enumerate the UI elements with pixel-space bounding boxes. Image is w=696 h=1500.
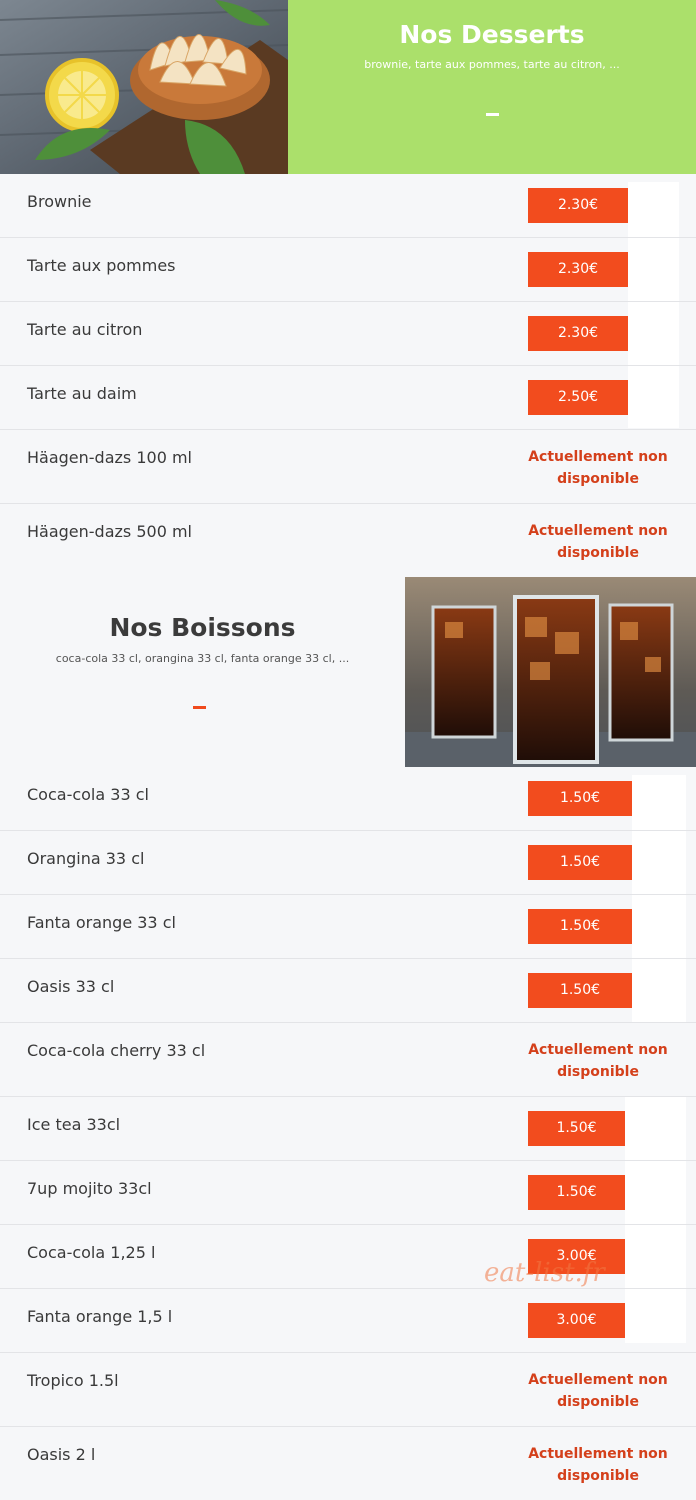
- desserts-header: Nos Desserts brownie, tarte aux pommes, …: [0, 0, 696, 174]
- item-name: Brownie: [27, 192, 92, 211]
- item-name: Coca-cola 33 cl: [27, 785, 149, 804]
- lemon-tart-photo: [0, 0, 288, 174]
- unavailable-line: Actuellement non: [528, 449, 668, 465]
- item-name: Oasis 33 cl: [27, 977, 115, 996]
- item-name: Häagen-dazs 100 ml: [27, 448, 192, 467]
- price-button[interactable]: 1.50€: [528, 909, 632, 944]
- item-name: Coca-cola cherry 33 cl: [27, 1041, 206, 1060]
- item-name: 7up mojito 33cl: [27, 1179, 152, 1198]
- list-item[interactable]: Oasis 33 cl 1.50€: [0, 959, 696, 1023]
- item-name: Fanta orange 1,5 l: [27, 1307, 173, 1326]
- desserts-list: Brownie 2.30€ Tarte aux pommes 2.30€ Tar…: [0, 174, 696, 578]
- desserts-title: Nos Desserts: [399, 20, 585, 49]
- unavailable-line: Actuellement non: [528, 1042, 668, 1058]
- boissons-title: Nos Boissons: [109, 613, 296, 642]
- desserts-subtitle: brownie, tarte aux pommes, tarte au citr…: [364, 58, 620, 71]
- list-item[interactable]: Oasis 2 l Actuellement non disponible: [0, 1427, 696, 1500]
- list-item[interactable]: Häagen-dazs 500 ml Actuellement non disp…: [0, 504, 696, 578]
- unavailable-label: Actuellement non disponible: [520, 1443, 676, 1487]
- price-button[interactable]: 2.30€: [528, 188, 628, 223]
- unavailable-label: Actuellement non disponible: [520, 446, 676, 490]
- item-name: Oasis 2 l: [27, 1445, 96, 1464]
- cola-glasses-photo: [405, 577, 696, 767]
- item-name: Coca-cola 1,25 l: [27, 1243, 156, 1262]
- boissons-subtitle: coca-cola 33 cl, orangina 33 cl, fanta o…: [55, 652, 350, 665]
- list-item[interactable]: Coca-cola cherry 33 cl Actuellement non …: [0, 1023, 696, 1097]
- title-divider: [486, 113, 499, 116]
- price-button[interactable]: 2.50€: [528, 380, 628, 415]
- unavailable-line: disponible: [557, 1064, 639, 1080]
- list-item[interactable]: Brownie 2.30€: [0, 174, 696, 238]
- unavailable-line: disponible: [557, 545, 639, 561]
- price-button[interactable]: 1.50€: [528, 973, 632, 1008]
- list-item[interactable]: Fanta orange 1,5 l 3.00€: [0, 1289, 696, 1353]
- item-name: Tarte aux pommes: [27, 256, 176, 275]
- title-divider: [193, 706, 206, 709]
- list-item[interactable]: Tarte au daim 2.50€: [0, 366, 696, 430]
- list-item[interactable]: Orangina 33 cl 1.50€: [0, 831, 696, 895]
- item-name: Tarte au daim: [27, 384, 137, 403]
- item-name: Tarte au citron: [27, 320, 143, 339]
- item-name: Ice tea 33cl: [27, 1115, 121, 1134]
- price-button[interactable]: 1.50€: [528, 781, 632, 816]
- unavailable-label: Actuellement non disponible: [520, 1039, 676, 1083]
- list-item[interactable]: Fanta orange 33 cl 1.50€: [0, 895, 696, 959]
- unavailable-label: Actuellement non disponible: [520, 1369, 676, 1413]
- unavailable-line: Actuellement non: [528, 523, 668, 539]
- boissons-title-panel: Nos Boissons coca-cola 33 cl, orangina 3…: [0, 577, 405, 767]
- price-button[interactable]: 2.30€: [528, 316, 628, 351]
- price-button[interactable]: 1.50€: [528, 1111, 625, 1146]
- list-item[interactable]: Ice tea 33cl 1.50€: [0, 1097, 696, 1161]
- unavailable-label: Actuellement non disponible: [520, 520, 676, 564]
- boissons-header: Nos Boissons coca-cola 33 cl, orangina 3…: [0, 577, 696, 767]
- item-name: Häagen-dazs 500 ml: [27, 522, 192, 541]
- item-name: Fanta orange 33 cl: [27, 913, 176, 932]
- unavailable-line: disponible: [557, 1468, 639, 1484]
- price-button[interactable]: 1.50€: [528, 1175, 625, 1210]
- item-name: Tropico 1.5l: [27, 1371, 119, 1390]
- price-button[interactable]: 1.50€: [528, 845, 632, 880]
- list-item[interactable]: Tarte aux pommes 2.30€: [0, 238, 696, 302]
- list-item[interactable]: Tarte au citron 2.30€: [0, 302, 696, 366]
- unavailable-line: disponible: [557, 1394, 639, 1410]
- price-button[interactable]: 2.30€: [528, 252, 628, 287]
- unavailable-line: Actuellement non: [528, 1372, 668, 1388]
- list-item[interactable]: Tropico 1.5l Actuellement non disponible: [0, 1353, 696, 1427]
- watermark: eat-list.fr: [484, 1258, 605, 1288]
- list-item[interactable]: Häagen-dazs 100 ml Actuellement non disp…: [0, 430, 696, 504]
- price-button[interactable]: 3.00€: [528, 1303, 625, 1338]
- boissons-list: Coca-cola 33 cl 1.50€ Orangina 33 cl 1.5…: [0, 767, 696, 1500]
- unavailable-line: disponible: [557, 471, 639, 487]
- list-item[interactable]: 7up mojito 33cl 1.50€: [0, 1161, 696, 1225]
- unavailable-line: Actuellement non: [528, 1446, 668, 1462]
- desserts-title-panel: Nos Desserts brownie, tarte aux pommes, …: [288, 0, 696, 174]
- list-item[interactable]: Coca-cola 33 cl 1.50€: [0, 767, 696, 831]
- item-name: Orangina 33 cl: [27, 849, 145, 868]
